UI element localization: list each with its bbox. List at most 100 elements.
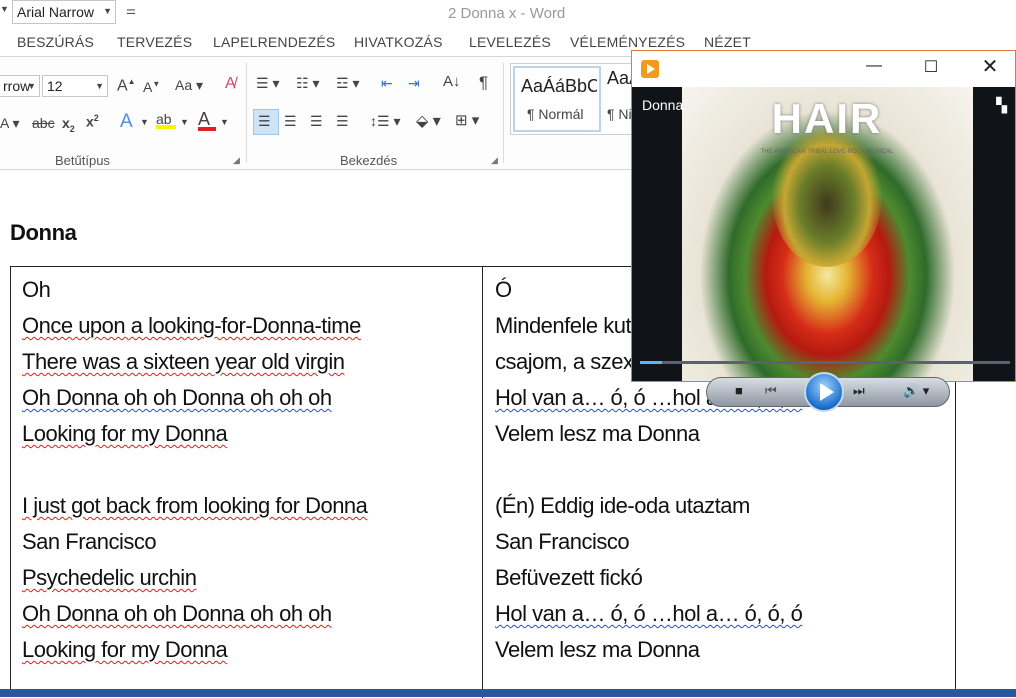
chevron-down-icon[interactable]: ▼ [103, 6, 112, 16]
decrease-indent-icon[interactable]: ⇤ [381, 75, 393, 92]
album-title: HAIR [771, 95, 883, 142]
strikethrough-icon[interactable]: abc [32, 115, 55, 131]
right-line: Mindenfele kut [495, 313, 632, 338]
right-line: Hol van a… ó, ó …hol a… ó, ó, ó [495, 601, 803, 626]
text-effects-icon[interactable]: A [120, 111, 133, 133]
shrink-font-icon[interactable]: A▼ [143, 79, 160, 95]
group-divider [246, 63, 247, 163]
next-icon[interactable]: ⏭ [853, 383, 865, 399]
left-line: Oh Donna oh oh Donna oh oh oh [22, 601, 332, 626]
previous-icon[interactable]: ⏮ [765, 383, 777, 399]
document-heading: Donna [10, 220, 77, 245]
style-no-spacing-name[interactable]: ¶ Ni [607, 106, 632, 122]
paragraph-group-label: Bekezdés [340, 153, 398, 168]
tab-design[interactable]: TERVEZÉS [117, 34, 192, 50]
left-line: Psychedelic urchin [22, 565, 197, 590]
style-normal[interactable]: AaÁáBbCc ¶ Normál [513, 66, 601, 132]
left-line: Oh Donna oh oh Donna oh oh oh [22, 385, 332, 410]
line-spacing-icon[interactable]: ↕☰ ▾ [370, 113, 400, 130]
left-line: Looking for my Donna [22, 637, 228, 662]
status-bar [0, 689, 1016, 697]
bullets-icon[interactable]: ☰ ▾ [256, 75, 279, 92]
numbering-icon[interactable]: ☷ ▾ [296, 75, 319, 92]
column-divider [482, 267, 483, 698]
highlight-color-icon[interactable]: ab [156, 111, 176, 129]
qat-customize-icon[interactable]: ⚌ [126, 4, 136, 17]
stop-icon[interactable]: ■ [735, 383, 743, 398]
font-size-combo[interactable]: 12 ▼ [42, 75, 108, 97]
chevron-down-icon[interactable]: ▼ [180, 117, 189, 127]
font-size-value: 12 [47, 78, 63, 94]
album-subtitle: THE AMERICAN TRIBAL LOVE-ROCK MUSICAL [760, 149, 894, 155]
fullscreen-icon[interactable]: ⤢ [999, 385, 1009, 401]
now-playing-title: Donna [642, 97, 684, 113]
volume-icon[interactable]: 🔊 ▾ [903, 383, 929, 399]
font-dialog-launcher-icon[interactable]: ◢ [233, 155, 240, 166]
tab-mailings[interactable]: LEVELEZÉS [469, 34, 551, 50]
tab-view[interactable]: NÉZET [704, 34, 751, 50]
qat-font-name-value: Arial Narrow [17, 4, 95, 20]
left-line: Looking for my Donna [22, 421, 228, 446]
right-line: (Én) Eddig ide-oda utaztam [495, 493, 750, 518]
font-name-combo[interactable]: rrow ▼ [0, 75, 40, 97]
video-area[interactable]: HAIR THE AMERICAN TRIBAL LOVE-ROCK MUSIC… [632, 87, 1015, 412]
chevron-down-icon[interactable]: ▼ [140, 117, 149, 127]
superscript-icon[interactable]: x2 [86, 113, 99, 130]
style-sample: AaÁáBbCc [521, 76, 597, 96]
font-color-icon[interactable]: A [198, 109, 216, 131]
media-player-app-icon [641, 60, 659, 78]
tab-insert[interactable]: BESZÚRÁS [17, 34, 94, 50]
styles-gallery: AaÁáBbCc ¶ Normál AaÁ ¶ Ni [510, 63, 641, 135]
qat-font-name-box[interactable]: Arial Narrow ▼ [12, 0, 116, 24]
right-line: Ó [495, 277, 512, 302]
left-line: I just got back from looking for Donna [22, 493, 368, 518]
sort-icon[interactable]: A↓ [443, 73, 461, 90]
switch-to-library-icon[interactable]: ▚ [996, 97, 1007, 114]
right-line: Befüvezett fickó [495, 565, 643, 590]
font-group-label: Betűtípus [55, 153, 110, 168]
left-line: Once upon a looking-for-Donna-time [22, 313, 361, 338]
media-player-window: — ☐ ✕ HAIR THE AMERICAN TRIBAL LOVE-ROCK… [631, 50, 1016, 412]
seek-progress [640, 361, 663, 364]
align-center-icon[interactable]: ☰ [284, 113, 297, 130]
text-effects-small-icon[interactable]: A ▾ [0, 115, 19, 132]
right-line: csajom, a szex [495, 349, 634, 374]
multilevel-list-icon[interactable]: ☲ ▾ [336, 75, 359, 92]
play-button[interactable] [804, 372, 844, 412]
left-line: There was a sixteen year old virgin [22, 349, 345, 374]
window-title: 2 Donna x - Word [448, 5, 566, 22]
paragraph-dialog-launcher-icon[interactable]: ◢ [491, 155, 498, 166]
justify-icon[interactable]: ☰ [336, 113, 349, 130]
tab-references[interactable]: HIVATKOZÁS [354, 34, 443, 50]
qat-chevron-icon[interactable]: ▼ [0, 4, 9, 14]
right-line: Velem lesz ma Donna [495, 421, 700, 446]
left-line: San Francisco [22, 529, 157, 554]
maximize-icon[interactable]: ☐ [916, 57, 946, 77]
tab-review[interactable]: VÉLEMÉNYEZÉS [570, 34, 685, 50]
style-name: ¶ Normál [527, 106, 584, 122]
group-divider [503, 63, 504, 163]
show-formatting-icon[interactable]: ¶ [479, 73, 488, 93]
chevron-down-icon[interactable]: ▼ [95, 81, 104, 91]
subscript-icon[interactable]: x2 [62, 115, 75, 134]
change-case-icon[interactable]: Aa ▾ [175, 77, 203, 94]
grow-font-icon[interactable]: A▲ [117, 77, 136, 95]
album-art: HAIR THE AMERICAN TRIBAL LOVE-ROCK MUSIC… [682, 87, 973, 381]
tab-page-layout[interactable]: LAPELRENDEZÉS [213, 34, 335, 50]
album-art-figure [772, 127, 882, 267]
align-left-icon[interactable]: ☰ [258, 113, 271, 130]
chevron-down-icon[interactable]: ▼ [27, 81, 36, 91]
close-icon[interactable]: ✕ [975, 54, 1005, 79]
increase-indent-icon[interactable]: ⇥ [408, 75, 420, 92]
align-right-icon[interactable]: ☰ [310, 113, 323, 130]
chevron-down-icon[interactable]: ▼ [220, 117, 229, 127]
title-bar: ▼ Arial Narrow ▼ ⚌ 2 Donna x - Word [0, 0, 1016, 28]
seek-bar[interactable] [640, 361, 1010, 364]
player-title-bar: — ☐ ✕ [632, 51, 1015, 87]
right-line: San Francisco [495, 529, 630, 554]
shading-icon[interactable]: ⬙ ▾ [416, 111, 441, 131]
minimize-icon[interactable]: — [859, 57, 889, 75]
right-line: Velem lesz ma Donna [495, 637, 700, 662]
clear-formatting-icon[interactable]: A̸ [225, 75, 236, 93]
borders-icon[interactable]: ⊞ ▾ [455, 111, 479, 129]
